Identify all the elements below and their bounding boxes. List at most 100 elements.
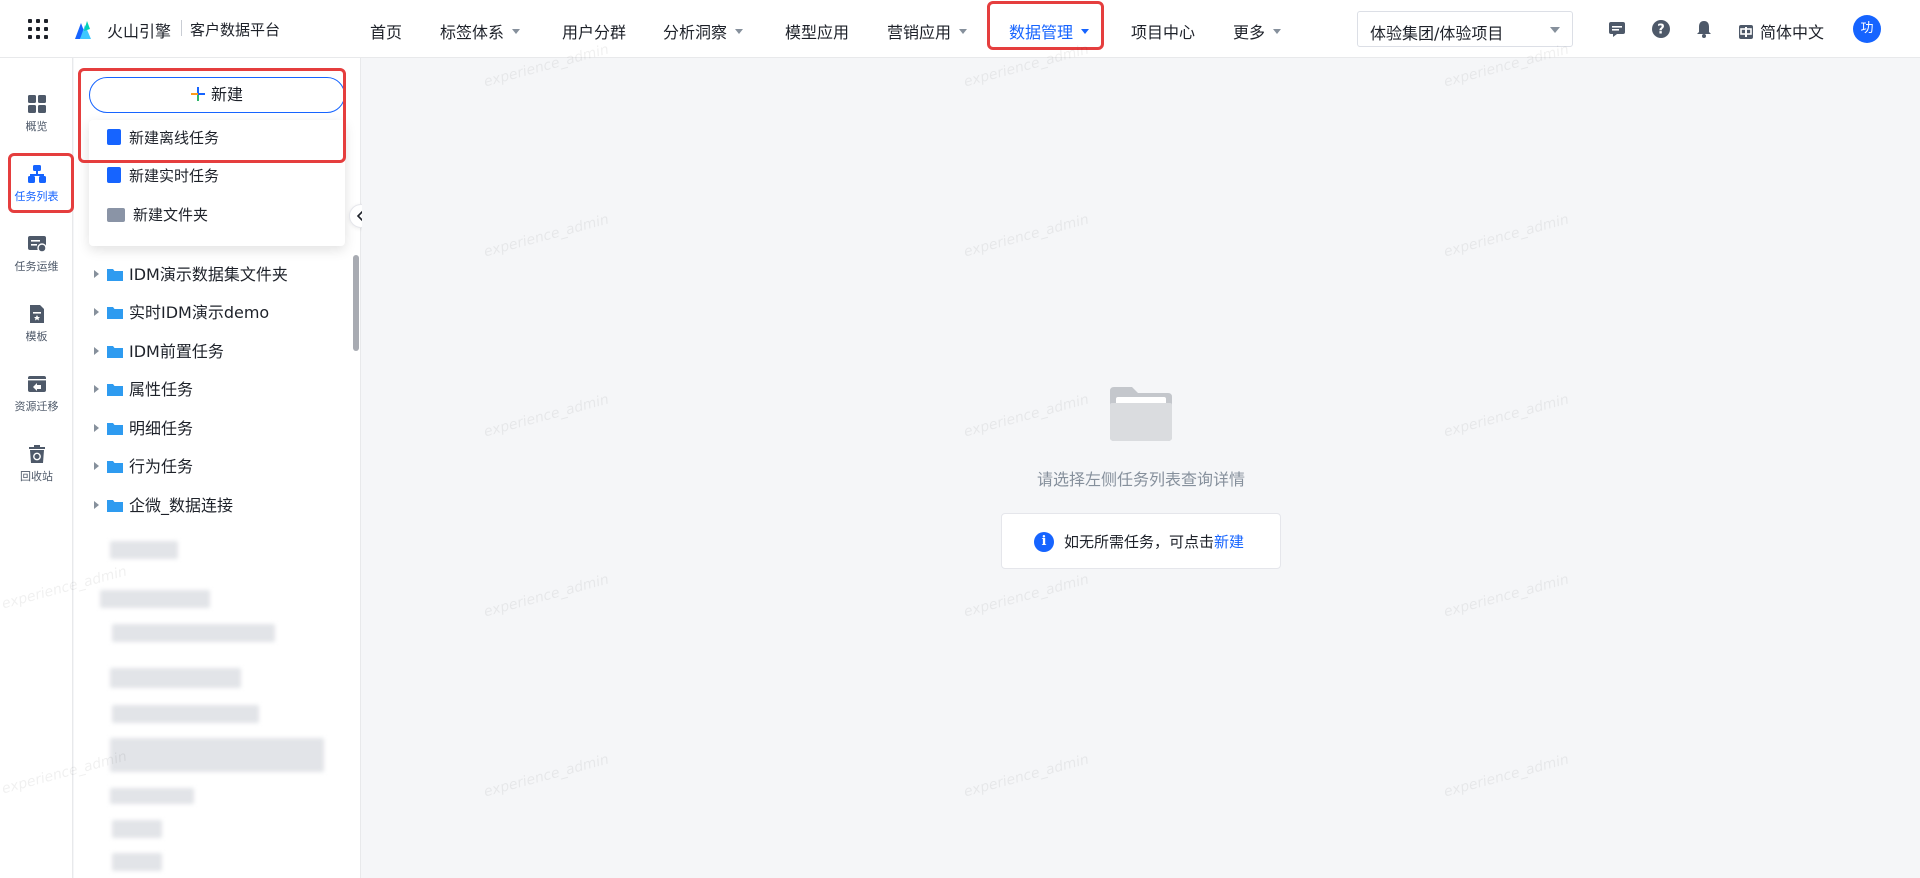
blurred-tree-item: [112, 853, 162, 871]
task-ops-icon: [27, 236, 47, 253]
nav-project-center[interactable]: 项目中心: [1131, 19, 1195, 43]
language-switch[interactable]: 简体中文: [1738, 19, 1824, 43]
menu-item-new-folder[interactable]: 新建文件夹: [89, 197, 345, 233]
blurred-tree-item: [112, 705, 259, 723]
watermark: experience_admin: [482, 571, 611, 621]
nav-home[interactable]: 首页: [370, 19, 402, 43]
empty-folder-icon: [1110, 387, 1172, 441]
offline-task-icon: [107, 129, 121, 145]
tree-folder[interactable]: 行为任务: [94, 453, 193, 477]
menu-item-new-realtime-task[interactable]: 新建实时任务: [89, 158, 345, 194]
folder-icon: [107, 269, 123, 281]
rail-item-task-list[interactable]: 任务列表: [0, 164, 73, 224]
chevron-down-icon: [1550, 27, 1560, 33]
help-icon[interactable]: ?: [1651, 19, 1671, 39]
avatar[interactable]: 功: [1853, 15, 1881, 43]
brand-divider: [181, 20, 182, 36]
info-icon: i: [1034, 532, 1054, 552]
chevron-right-icon: [94, 347, 99, 355]
rail-item-label: 概览: [25, 120, 48, 133]
left-icon-rail: 概览 任务列表 任务运维 模板 资源迁移 回收站: [0, 58, 73, 878]
panel-scrollbar[interactable]: [353, 255, 359, 351]
blurred-tree-item: [112, 820, 162, 838]
tree-folder[interactable]: IDM演示数据集文件夹: [94, 261, 288, 285]
notification-icon[interactable]: [1694, 19, 1714, 39]
top-navigation-bar: 火山引擎 客户数据平台 首页 标签体系 用户分群 分析洞察 模型应用 营销应用 …: [0, 0, 1920, 58]
watermark: experience_admin: [1442, 751, 1571, 801]
apps-grid-icon[interactable]: [28, 19, 48, 39]
folder-icon: [107, 500, 123, 512]
tree-folder[interactable]: 属性任务: [94, 376, 193, 400]
hint-new-link[interactable]: 新建: [1214, 533, 1244, 551]
nav-more[interactable]: 更多: [1233, 19, 1282, 43]
rail-item-template[interactable]: 模板: [0, 304, 73, 364]
watermark: experience_admin: [482, 211, 611, 261]
hint-banner: i 如无所需任务，可点击新建: [1001, 513, 1281, 569]
resource-migration-icon: [27, 376, 46, 392]
rail-item-label: 模板: [25, 330, 48, 343]
watermark: experience_admin: [962, 211, 1091, 261]
realtime-task-icon: [107, 167, 121, 183]
volcengine-logo-icon: [75, 21, 91, 39]
watermark: experience_admin: [482, 391, 611, 441]
blurred-tree-item: [112, 624, 275, 642]
watermark: experience_admin: [962, 751, 1091, 801]
folder-icon: [107, 208, 125, 222]
tree-folder[interactable]: 明细任务: [94, 415, 193, 439]
nav-analysis-insight[interactable]: 分析洞察: [663, 19, 744, 43]
watermark: experience_admin: [1442, 391, 1571, 441]
chevron-right-icon: [94, 385, 99, 393]
rail-item-overview[interactable]: 概览: [0, 94, 73, 154]
platform-name: 客户数据平台: [190, 21, 281, 39]
menu-item-new-offline-task[interactable]: 新建离线任务: [89, 120, 345, 156]
tree-folder[interactable]: 企微_数据连接: [94, 492, 233, 516]
watermark: experience_admin: [962, 391, 1091, 441]
folder-icon: [107, 461, 123, 473]
rail-item-recycle-bin[interactable]: 回收站: [0, 444, 73, 504]
project-select[interactable]: 体验集团/体验项目: [1357, 11, 1573, 47]
plus-icon: [190, 87, 205, 101]
empty-state-text: 请选择左侧任务列表查询详情: [1036, 470, 1245, 489]
nav-model-apps[interactable]: 模型应用: [785, 19, 849, 43]
menu-item-label: 新建实时任务: [129, 167, 220, 185]
tree-folder[interactable]: IDM前置任务: [94, 338, 224, 362]
new-dropdown-menu: 新建离线任务 新建实时任务 新建文件夹: [89, 120, 345, 246]
rail-item-task-ops[interactable]: 任务运维: [0, 234, 73, 294]
chevron-down-icon: [735, 29, 744, 34]
watermark: experience_admin: [1442, 211, 1571, 261]
nav-data-management[interactable]: 数据管理: [1009, 19, 1090, 43]
language-label: 简体中文: [1760, 23, 1825, 42]
nav-marketing-apps[interactable]: 营销应用: [887, 19, 968, 43]
blurred-tree-item: [110, 541, 178, 559]
chevron-down-icon: [1081, 29, 1090, 34]
svg-text:?: ?: [1657, 23, 1665, 38]
folder-icon: [107, 307, 123, 319]
rail-item-label: 资源迁移: [14, 400, 59, 413]
chevron-right-icon: [94, 462, 99, 470]
menu-item-label: 新建离线任务: [129, 129, 220, 147]
chevron-down-icon: [512, 29, 521, 34]
project-select-value: 体验集团/体验项目: [1370, 24, 1504, 43]
brand-name[interactable]: 火山引擎: [107, 18, 171, 42]
folder-icon: [107, 346, 123, 358]
nav-user-segment[interactable]: 用户分群: [562, 19, 626, 43]
chevron-right-icon: [94, 501, 99, 509]
folder-icon: [107, 423, 123, 435]
nav-tag-system[interactable]: 标签体系: [440, 19, 521, 43]
new-button[interactable]: 新建: [89, 77, 345, 113]
hint-text: 如无所需任务，可点击: [1064, 533, 1215, 551]
chevron-right-icon: [94, 424, 99, 432]
menu-item-label: 新建文件夹: [133, 206, 209, 224]
chevron-right-icon: [94, 270, 99, 278]
tree-folder[interactable]: 实时IDM演示demo: [94, 299, 269, 323]
chevron-down-icon: [1273, 29, 1282, 34]
rail-item-label: 回收站: [20, 470, 53, 483]
template-icon: [29, 305, 44, 323]
task-list-icon: [27, 165, 46, 183]
message-icon[interactable]: [1607, 19, 1627, 39]
rail-item-resource-migration[interactable]: 资源迁移: [0, 374, 73, 434]
new-button-label: 新建: [210, 85, 243, 104]
language-icon: [1739, 25, 1753, 39]
blurred-tree-item: [110, 668, 241, 688]
blurred-tree-item: [100, 590, 210, 608]
